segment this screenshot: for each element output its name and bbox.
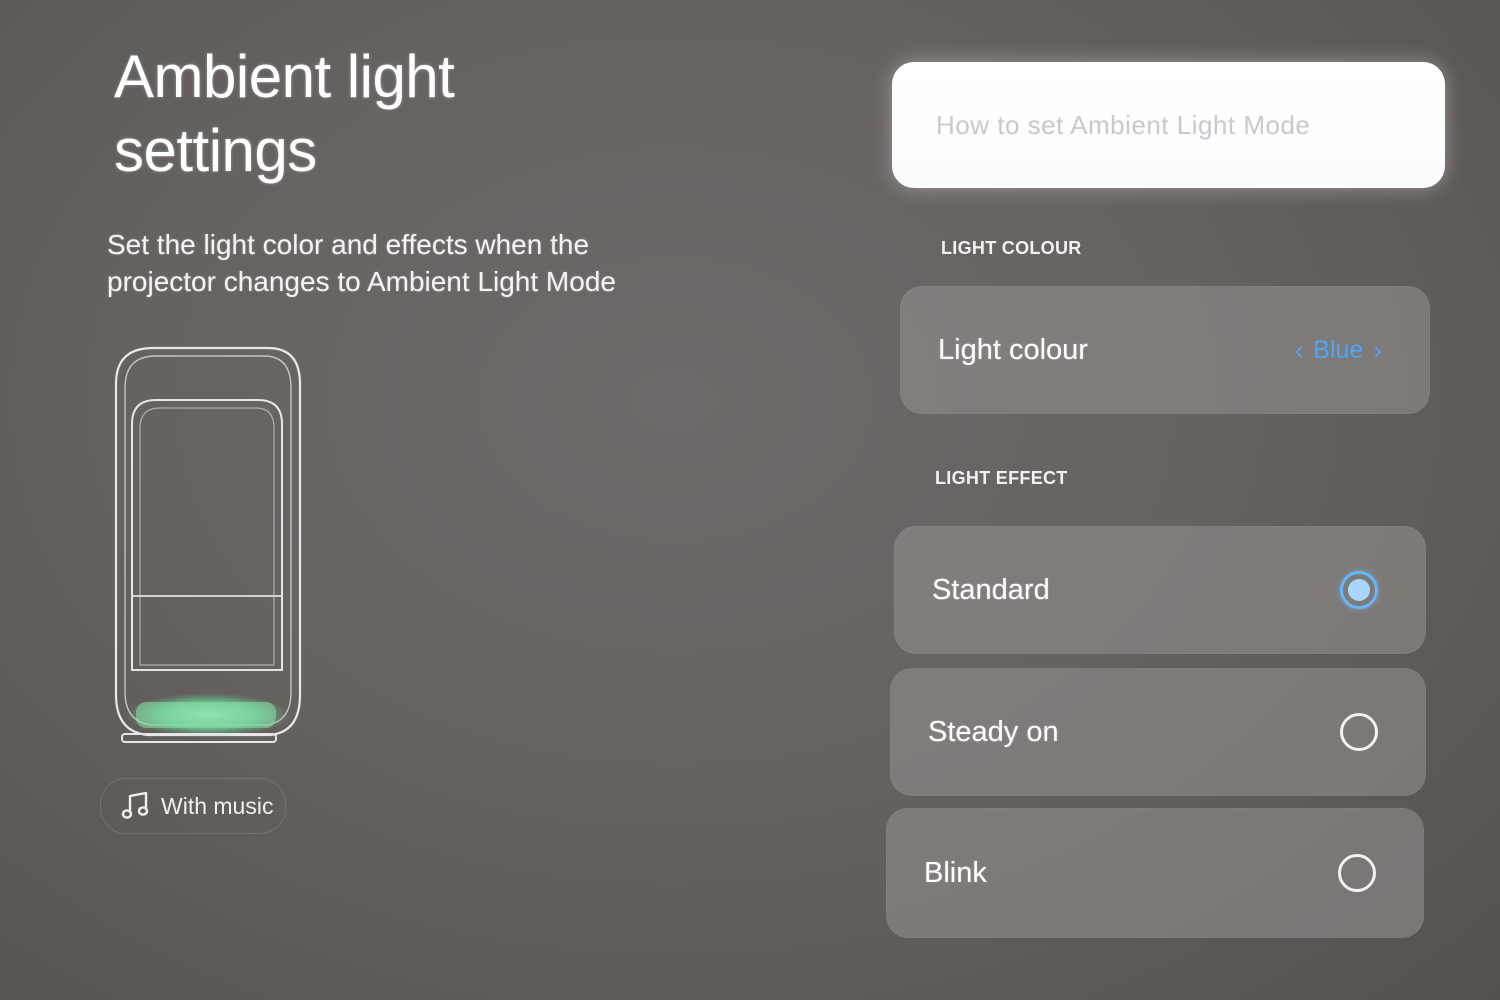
light-colour-picker: ‹ Blue ›: [1295, 336, 1382, 365]
music-note-icon: [121, 791, 149, 821]
radio-unselected-icon[interactable]: [1338, 854, 1376, 892]
search-box[interactable]: [892, 62, 1445, 188]
light-colour-heading: LIGHT COLOUR: [941, 238, 1082, 258]
light-colour-row[interactable]: Light colour ‹ Blue ›: [900, 286, 1430, 414]
effect-option-label: Steady on: [928, 715, 1059, 748]
with-music-chip[interactable]: With music: [100, 778, 286, 834]
projector-illustration: [108, 340, 308, 750]
page-description: Set the light color and effects when the…: [107, 229, 616, 297]
search-input[interactable]: [934, 108, 1445, 142]
with-music-label: With music: [161, 792, 274, 819]
effect-option-steady-on[interactable]: Steady on: [890, 668, 1426, 796]
light-colour-value: Blue: [1313, 335, 1364, 364]
effect-option-blink[interactable]: Blink: [886, 808, 1424, 938]
effect-option-standard[interactable]: Standard: [894, 526, 1426, 654]
light-colour-label: Light colour: [938, 333, 1088, 366]
radio-selected-icon[interactable]: [1340, 571, 1378, 609]
radio-unselected-icon[interactable]: [1340, 713, 1378, 751]
chevron-right-icon[interactable]: ›: [1373, 337, 1382, 363]
page-title: Ambient light settings: [114, 43, 455, 184]
effect-option-label: Blink: [924, 856, 987, 889]
light-effect-heading: LIGHT EFFECT: [935, 468, 1068, 488]
effect-option-label: Standard: [932, 573, 1050, 606]
chevron-left-icon[interactable]: ‹: [1295, 337, 1304, 363]
